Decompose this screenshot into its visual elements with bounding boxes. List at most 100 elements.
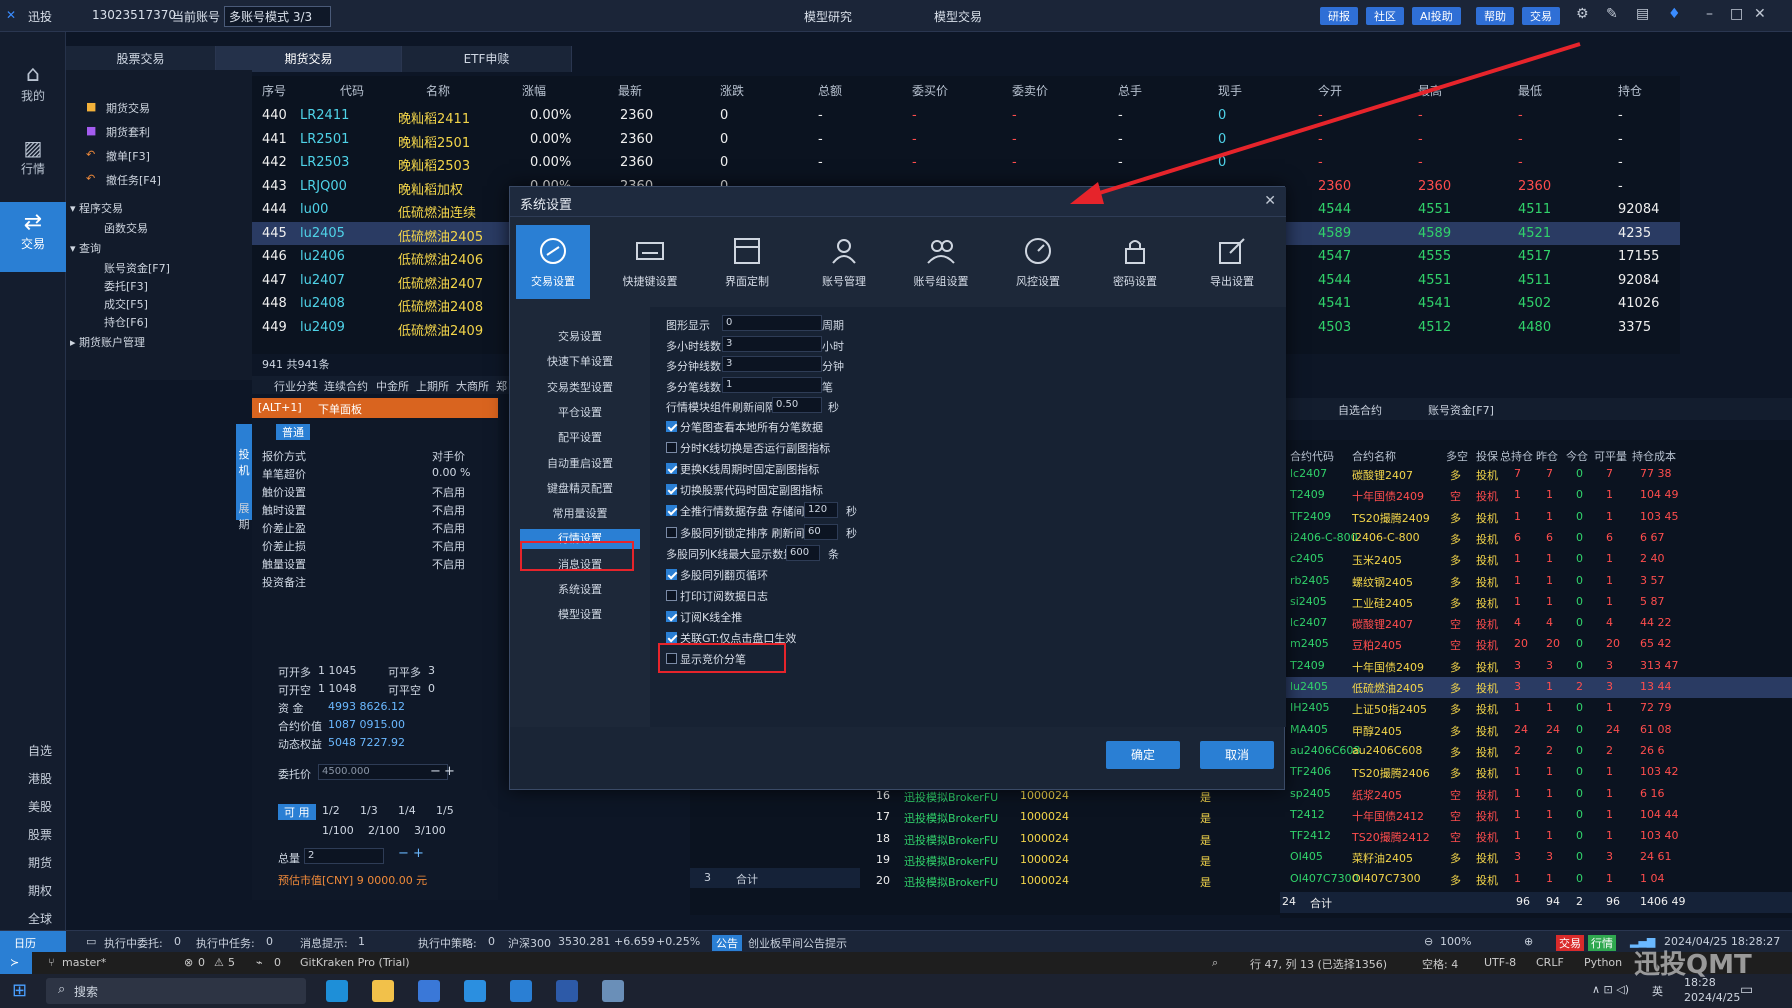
tab-watch-contracts[interactable]: 自选合约 (1338, 402, 1382, 418)
exch-dce[interactable]: 大商所 (456, 378, 489, 394)
tool-lock[interactable]: 密码设置 (1098, 225, 1172, 299)
setting-input[interactable]: 0.50 (772, 397, 822, 414)
nav-quote[interactable]: ▨ 行情 (0, 132, 66, 192)
checkbox[interactable] (666, 632, 677, 643)
menu-item[interactable]: 交易类型设置 (520, 378, 640, 398)
tree-trades[interactable]: 成交[F5] (104, 296, 148, 312)
position-row[interactable]: T2409 十年国债2409 空 投机 1 1 0 1 104 49 (1280, 485, 1792, 506)
col-change[interactable]: 涨幅 (522, 82, 546, 99)
fraction-option[interactable]: 1/2 (322, 804, 340, 817)
menu-item[interactable]: 配平设置 (520, 428, 640, 448)
nav-futures[interactable]: 期货 (0, 854, 66, 871)
col-code[interactable]: 代码 (340, 82, 364, 99)
price-minus-button[interactable]: − (430, 764, 441, 779)
notification-icon[interactable]: ▭ (1740, 982, 1753, 998)
tool-user[interactable]: 账号管理 (807, 225, 881, 299)
tab-futures-trade[interactable]: 期货交易 (216, 46, 402, 72)
position-col-header[interactable]: 昨仓 (1536, 448, 1558, 464)
position-row[interactable]: TF2406 TS20撮腾2406 多 投机 1 1 0 1 103 42 (1280, 762, 1792, 783)
exch-cffex[interactable]: 中金所 (376, 378, 409, 394)
checkbox[interactable] (666, 568, 677, 580)
checkbox[interactable] (666, 526, 677, 538)
indent-setting[interactable]: 空格: 4 (1422, 956, 1458, 972)
col-amount[interactable]: 总额 (818, 82, 842, 99)
taskbar-date[interactable]: 2024/4/25 (1684, 991, 1740, 1004)
menu-item[interactable]: 自动重启设置 (520, 454, 640, 474)
position-col-header[interactable]: 多空 (1446, 448, 1468, 464)
gear-icon[interactable]: ⚙ (1576, 6, 1589, 22)
tab-etf[interactable]: ETF申赎 (402, 46, 572, 72)
col-name[interactable]: 名称 (426, 82, 450, 99)
windows-start-icon[interactable]: ⊞ (12, 980, 27, 1001)
nav-stock[interactable]: 股票 (0, 826, 66, 843)
tree-query[interactable]: ▾ 查询 (70, 240, 101, 256)
position-col-header[interactable]: 合约名称 (1352, 448, 1396, 464)
tree-futures-account[interactable]: ▸ 期货账户管理 (70, 334, 145, 350)
tool-layout-custom[interactable]: 界面定制 (710, 225, 784, 299)
position-row[interactable]: T2412 十年国债2412 空 投机 1 1 0 1 104 44 (1280, 805, 1792, 826)
checkbox[interactable] (666, 610, 677, 622)
tree-cancel-order[interactable]: 撤单[F3] (106, 148, 150, 164)
position-row[interactable]: sp2405 纸浆2405 空 投机 1 1 0 1 6 16 (1280, 784, 1792, 805)
position-row[interactable]: lu2405 低硫燃油2405 多 投机 3 1 2 3 13 44 (1280, 677, 1792, 698)
checkbox[interactable] (666, 463, 677, 475)
nav-global[interactable]: 全球 (0, 910, 66, 927)
fraction-option[interactable]: 1/4 (398, 804, 416, 817)
fraction-option[interactable]: 1/5 (436, 804, 454, 817)
tab-stock-trade[interactable]: 股票交易 (66, 46, 216, 72)
position-col-header[interactable]: 合约代码 (1290, 448, 1334, 464)
quantity-input[interactable]: 2 (304, 848, 384, 864)
position-row[interactable]: IH2405 上证50指2405 多 投机 1 1 0 1 72 79 (1280, 698, 1792, 719)
account-row[interactable]: 20 迅投模拟BrokerFU 1000024 是 (860, 871, 1280, 892)
account-row[interactable]: 17 迅投模拟BrokerFU 1000024 是 (860, 807, 1280, 828)
menu-item[interactable]: 平仓设置 (520, 403, 640, 423)
announcement-text[interactable]: 创业板早间公告提示 (748, 935, 847, 951)
tree-program-trade[interactable]: ▾ 程序交易 (70, 200, 123, 216)
position-col-header[interactable]: 投保 (1476, 448, 1498, 464)
error-count[interactable]: 0 (198, 956, 205, 969)
ai-assist-button[interactable]: AI投助 (1412, 7, 1461, 25)
menu-item[interactable]: 快速下单设置 (520, 352, 640, 372)
position-row[interactable]: m2405 豆粕2405 空 投机 20 20 0 20 65 42 (1280, 634, 1792, 655)
tool-keyboard[interactable]: 快捷键设置 (613, 225, 687, 299)
remote-icon[interactable]: ≻ (0, 952, 32, 974)
position-row[interactable]: c2405 玉米2405 多 投机 1 1 0 1 2 40 (1280, 549, 1792, 570)
order-field-value[interactable]: 不启用 (432, 556, 465, 572)
account-mode-select[interactable]: 多账号模式 3/3 (224, 6, 332, 27)
account-row[interactable]: 18 迅投模拟BrokerFU 1000024 是 (860, 829, 1280, 850)
position-row[interactable]: TF2409 TS20撮腾2409 多 投机 1 1 0 1 103 45 (1280, 507, 1792, 528)
checkbox-input[interactable]: 600 (786, 544, 820, 561)
nav-options[interactable]: 期权 (0, 882, 66, 899)
position-row[interactable]: T2409 十年国债2409 多 投机 3 3 0 3 313 47 (1280, 656, 1792, 677)
exch-czce[interactable]: 郑 (496, 378, 507, 394)
ok-button[interactable]: 确定 (1106, 741, 1180, 769)
tree-futures-arb[interactable]: 期货套利 (106, 124, 150, 140)
exch-industry[interactable]: 行业分类 (274, 378, 318, 394)
position-col-header[interactable]: 总持仓 (1500, 448, 1533, 464)
menu-item[interactable]: 常用量设置 (520, 504, 640, 524)
tool-trade-settings[interactable]: 交易设置 (516, 225, 590, 299)
zoom-in-icon[interactable]: ⊕ (1524, 935, 1533, 948)
menu-item[interactable]: 模型设置 (520, 605, 640, 625)
col-diff[interactable]: 涨跌 (720, 82, 744, 99)
checkbox[interactable] (666, 484, 677, 496)
line-ending[interactable]: CRLF (1536, 956, 1564, 969)
tree-account-fund[interactable]: 账号资金[F7] (104, 260, 170, 276)
tree-orders[interactable]: 委托[F3] (104, 278, 148, 294)
qty-minus-button[interactable]: − + (398, 846, 424, 861)
fraction-option[interactable]: 1/3 (360, 804, 378, 817)
store-icon[interactable] (418, 980, 440, 1002)
position-row[interactable]: si2405 工业硅2405 多 投机 1 1 0 1 5 87 (1280, 592, 1792, 613)
nav-us[interactable]: 美股 (0, 798, 66, 815)
price-plus-button[interactable]: + (444, 764, 455, 779)
edge-icon[interactable] (326, 980, 348, 1002)
setting-input[interactable]: 3 (722, 335, 822, 352)
tree-positions[interactable]: 持仓[F6] (104, 314, 148, 330)
price-input[interactable]: 4500.000 (318, 764, 448, 780)
close-icon[interactable]: ✕ (1754, 6, 1766, 22)
research-button[interactable]: 研报 (1320, 7, 1358, 25)
edit-icon[interactable]: ✎ (1606, 6, 1618, 22)
taskbar-search[interactable]: 搜索 (46, 978, 306, 1004)
vscode-icon[interactable] (510, 980, 532, 1002)
tool-risk-gauge[interactable]: 风控设置 (1001, 225, 1075, 299)
